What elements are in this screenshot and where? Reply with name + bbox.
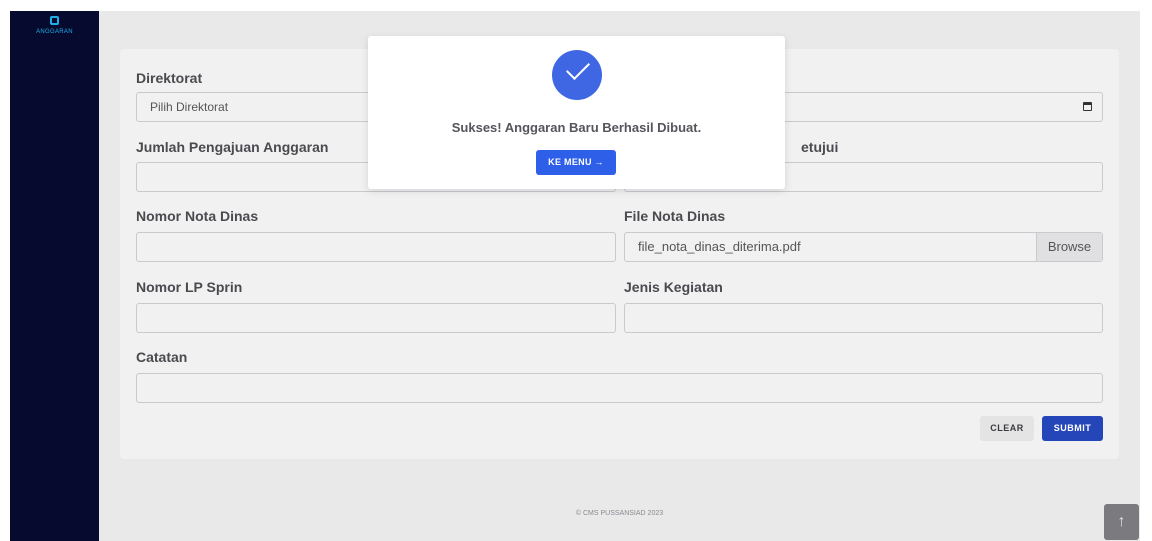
success-message: Sukses! Anggaran Baru Berhasil Dibuat.: [451, 120, 702, 135]
success-modal: Sukses! Anggaran Baru Berhasil Dibuat. K…: [368, 36, 785, 189]
ke-menu-button[interactable]: KE MENU →: [536, 150, 616, 175]
check-circle-icon: [552, 50, 602, 100]
check-icon: [565, 55, 591, 81]
